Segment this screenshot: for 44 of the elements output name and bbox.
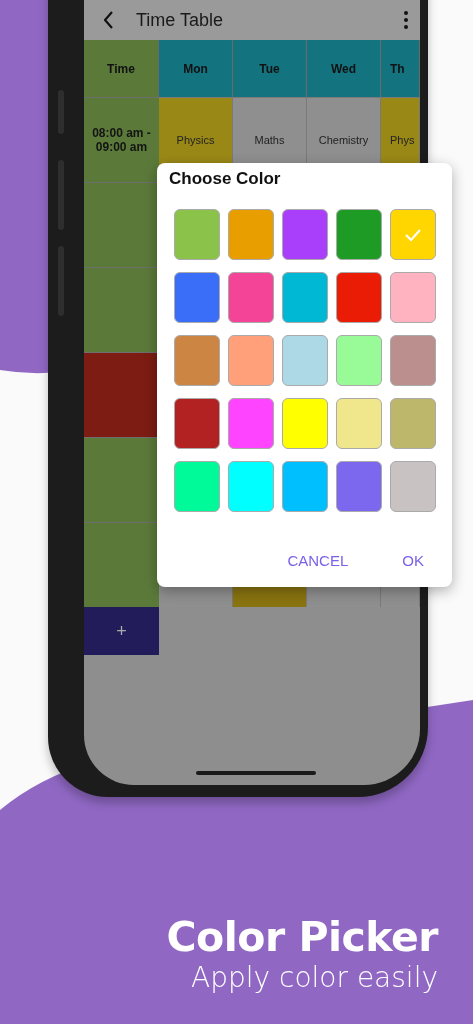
time-slot[interactable] [84, 182, 159, 267]
color-swatch[interactable] [228, 335, 274, 386]
column-header: Time [84, 40, 159, 97]
dialog-button[interactable]: CANCEL [285, 548, 351, 573]
color-swatch[interactable] [390, 461, 436, 512]
color-swatch[interactable] [390, 209, 436, 260]
column-header: Th [381, 40, 420, 97]
promo-title: Color Picker [166, 913, 438, 961]
color-swatch[interactable] [228, 209, 274, 260]
color-swatch[interactable] [174, 398, 220, 449]
color-swatch[interactable] [336, 335, 382, 386]
column-header: Tue [233, 40, 307, 97]
color-swatch[interactable] [228, 272, 274, 323]
promo-subtitle: Apply color easily [191, 961, 438, 994]
color-swatch[interactable] [174, 272, 220, 323]
color-swatch[interactable] [282, 209, 328, 260]
color-swatch[interactable] [282, 461, 328, 512]
color-swatch[interactable] [390, 272, 436, 323]
color-swatch[interactable] [336, 461, 382, 512]
color-swatch[interactable] [282, 398, 328, 449]
back-icon[interactable] [104, 11, 114, 29]
color-swatch[interactable] [174, 209, 220, 260]
color-swatch[interactable] [336, 398, 382, 449]
color-swatch[interactable] [228, 398, 274, 449]
check-icon [404, 227, 422, 242]
color-swatch[interactable] [336, 209, 382, 260]
color-swatch[interactable] [282, 272, 328, 323]
time-slot[interactable] [84, 267, 159, 352]
color-swatch[interactable] [174, 335, 220, 386]
more-icon[interactable] [404, 11, 408, 29]
color-swatch[interactable] [390, 335, 436, 386]
color-swatch[interactable] [282, 335, 328, 386]
time-slot[interactable] [84, 437, 159, 522]
add-button[interactable]: + [84, 607, 159, 655]
dialog-button[interactable]: OK [400, 548, 426, 573]
color-swatch[interactable] [390, 398, 436, 449]
color-swatch[interactable] [174, 461, 220, 512]
time-slot[interactable]: 08:00 am - 09:00 am [84, 97, 159, 182]
time-slot[interactable] [84, 352, 159, 437]
color-swatch[interactable] [228, 461, 274, 512]
screen-title: Time Table [136, 9, 225, 31]
column-header: Mon [159, 40, 233, 97]
column-header: Wed [307, 40, 381, 97]
color-swatch[interactable] [336, 272, 382, 323]
